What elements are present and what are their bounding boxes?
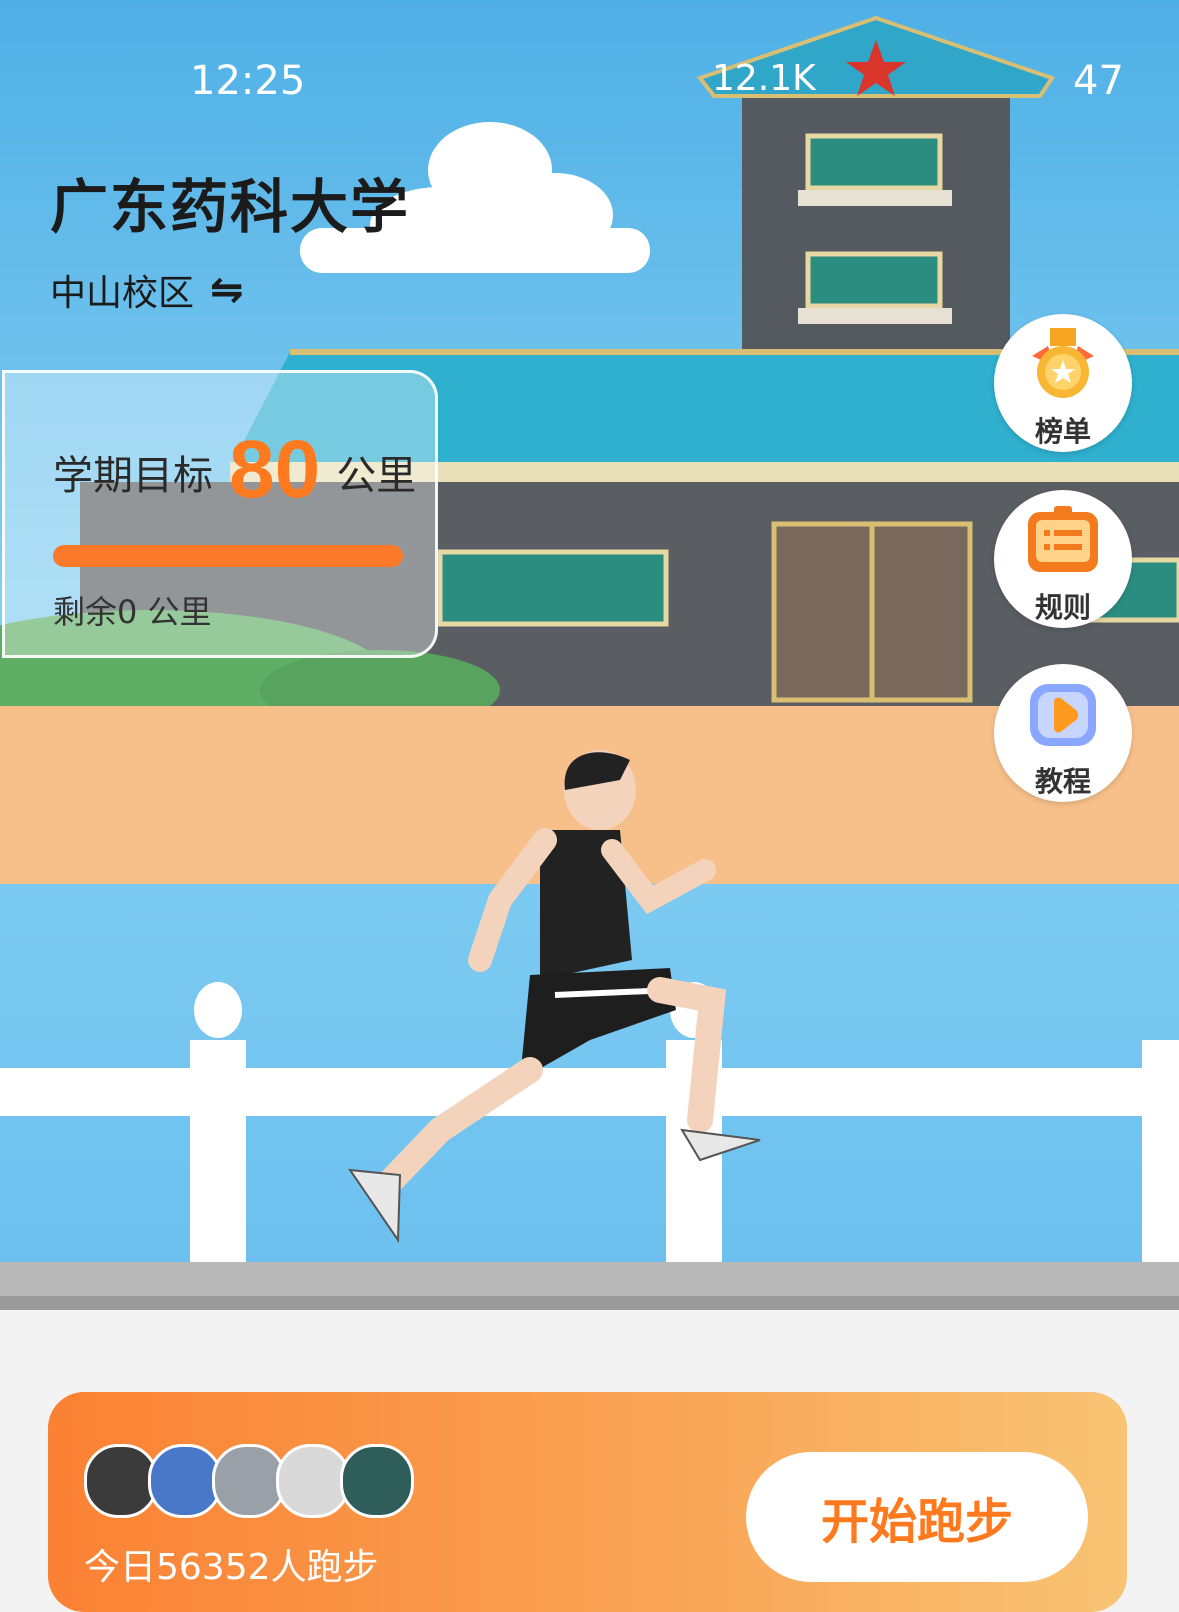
- goal-target: 80: [229, 424, 321, 515]
- avatar: [276, 1444, 350, 1518]
- avatar: [212, 1444, 286, 1518]
- campus-selector[interactable]: 中山校区 ⇋: [50, 264, 244, 316]
- runner-avatars: [84, 1444, 414, 1518]
- goal-progress-bar: [53, 545, 403, 567]
- avatar: [340, 1444, 414, 1518]
- side-button-label: 规则: [1034, 591, 1091, 624]
- switch-campus-icon[interactable]: ⇋: [210, 267, 244, 313]
- university-title: 广东药科大学: [50, 173, 411, 241]
- goal-progress-fill: [53, 545, 403, 567]
- avatar: [84, 1444, 158, 1518]
- side-button-label: 榜单: [1034, 415, 1091, 448]
- start-run-card: 今日56352人跑步 开始跑步: [48, 1392, 1127, 1612]
- battery-level: 47: [1073, 58, 1124, 104]
- rules-button[interactable]: 规则: [994, 490, 1132, 628]
- status-time: 12:25: [190, 58, 306, 104]
- leaderboard-button[interactable]: 榜单: [994, 314, 1132, 452]
- play-video-icon: [1030, 684, 1096, 746]
- campus-label: 中山校区: [50, 273, 195, 314]
- start-running-button[interactable]: 开始跑步: [746, 1452, 1088, 1582]
- rules-board-icon: [1028, 506, 1098, 572]
- goal-label: 学期目标: [53, 453, 213, 499]
- tutorial-button[interactable]: 教程: [994, 664, 1132, 802]
- semester-goal-card: 学期目标 80 公里 剩余0 公里: [2, 370, 438, 658]
- status-bar: 12:25 12.1K 47: [0, 0, 1179, 150]
- side-button-label: 教程: [1034, 765, 1091, 798]
- medal-icon: [1032, 328, 1094, 398]
- today-runners-count: 今日56352人跑步: [84, 1547, 379, 1588]
- remaining-distance: 剩余0 公里: [53, 593, 212, 631]
- goal-unit: 公里: [336, 453, 417, 499]
- network-speed: 12.1K: [712, 58, 816, 99]
- avatar: [148, 1444, 222, 1518]
